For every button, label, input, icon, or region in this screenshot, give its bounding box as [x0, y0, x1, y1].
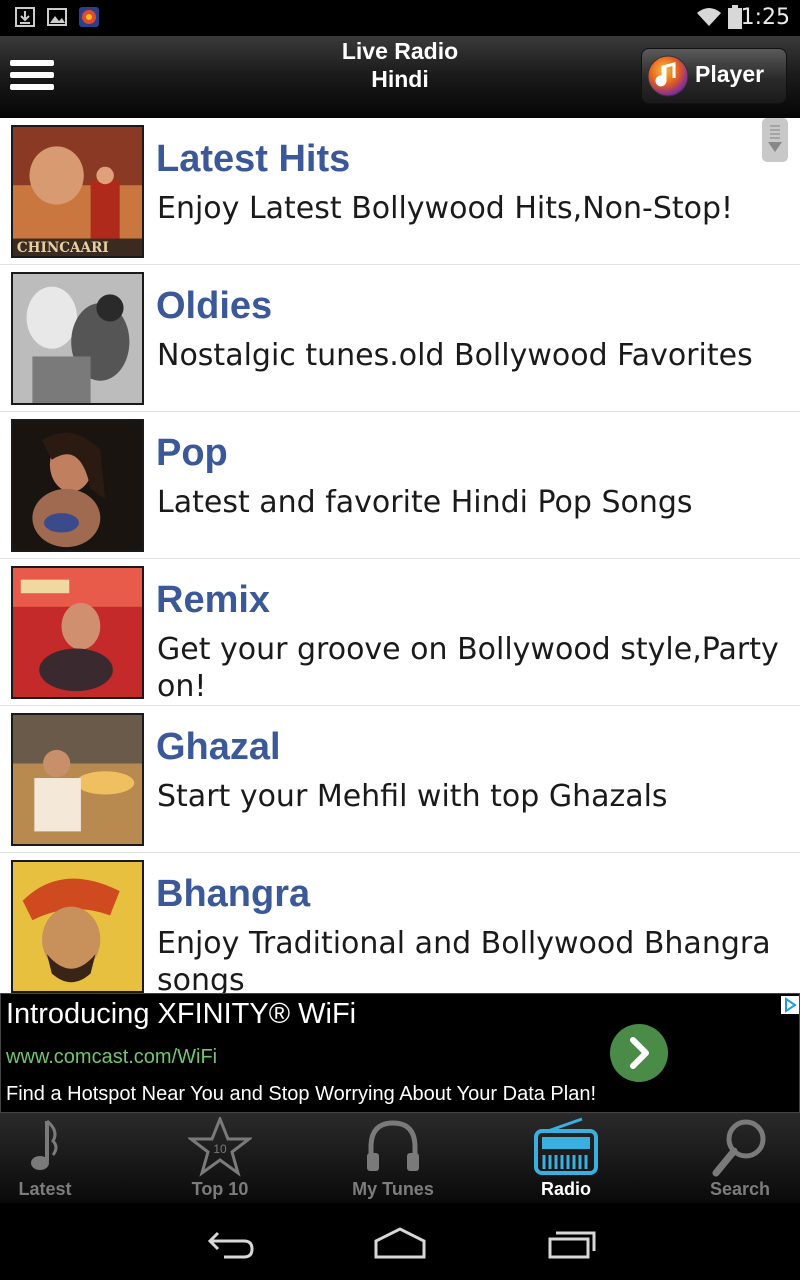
station-title: Oldies: [156, 285, 273, 327]
tab-label: Radio: [540, 1179, 591, 1199]
tab-label: Search: [709, 1179, 771, 1199]
station-title: Bhangra: [156, 873, 311, 915]
ad-description: Find a Hotspot Near You and Stop Worryin…: [6, 1083, 597, 1105]
radio-icon: [534, 1117, 598, 1175]
svg-text:CHINCAARI: CHINCAARI: [17, 240, 109, 256]
station-description: Start your Mehfil with top Ghazals: [157, 779, 668, 814]
station-description: Nostalgic tunes.old Bollywood Favorites: [157, 338, 753, 373]
music-disc-icon: [647, 55, 689, 97]
clock: 1:25: [740, 5, 790, 30]
home-icon[interactable]: [370, 1221, 430, 1261]
station-thumbnail: CHINCAARI: [11, 125, 144, 258]
station-description: Enjoy Latest Bollywood Hits,Non-Stop!: [157, 191, 734, 226]
ad-banner[interactable]: Introducing XFINITY® WiFi www.comcast.co…: [0, 993, 800, 1113]
headphones-icon: [367, 1120, 419, 1171]
station-list[interactable]: CHINCAARI Latest Hits Enjoy Latest Bolly…: [0, 118, 800, 993]
tab-search[interactable]: Search: [660, 1113, 800, 1203]
list-item-oldies[interactable]: Oldies Nostalgic tunes.old Bollywood Fav…: [0, 265, 800, 412]
station-title: Latest Hits: [156, 138, 351, 180]
image-icon: [47, 8, 67, 26]
station-thumbnail: [11, 566, 144, 699]
list-item-ghazal[interactable]: Ghazal Start your Mehfil with top Ghazal…: [0, 706, 800, 853]
title-bar: Live Radio Hindi Player: [0, 36, 800, 118]
status-bar: 1:25: [0, 0, 800, 36]
tab-latest[interactable]: Latest: [0, 1113, 125, 1203]
ad-url: www.comcast.com/WiFi: [6, 1046, 218, 1068]
tab-label: Latest: [18, 1179, 72, 1199]
player-button[interactable]: Player: [641, 48, 787, 104]
search-icon: [712, 1119, 766, 1177]
station-title: Remix: [156, 579, 271, 621]
chevron-right-icon: [630, 1037, 649, 1069]
station-thumbnail: [11, 272, 144, 405]
tab-my-tunes[interactable]: My Tunes: [313, 1113, 473, 1203]
svg-text:10: 10: [213, 1142, 227, 1156]
music-note-icon: [31, 1119, 58, 1170]
station-title: Pop: [156, 432, 228, 474]
app-notification-icon: [79, 7, 99, 27]
list-item-bhangra[interactable]: Bhangra Enjoy Traditional and Bollywood …: [0, 853, 800, 993]
tab-label: My Tunes: [352, 1179, 434, 1199]
star-icon: 10: [188, 1117, 252, 1177]
back-icon[interactable]: [200, 1221, 260, 1261]
wifi-icon: [697, 8, 721, 26]
scroll-handle-icon[interactable]: [762, 118, 788, 162]
station-description: Enjoy Traditional and Bollywood Bhangra …: [157, 926, 771, 993]
ad-go-button[interactable]: [610, 1024, 668, 1082]
station-title: Ghazal: [156, 726, 281, 768]
system-nav-bar: [0, 1203, 800, 1280]
list-item-pop[interactable]: Pop Latest and favorite Hindi Pop Songs: [0, 412, 800, 559]
station-description: Latest and favorite Hindi Pop Songs: [157, 485, 693, 520]
station-thumbnail: [11, 419, 144, 552]
ad-title: Introducing XFINITY® WiFi: [6, 998, 357, 1030]
player-button-label: Player: [695, 61, 765, 87]
ad-choices-icon[interactable]: [781, 996, 799, 1014]
download-icon: [15, 7, 35, 27]
station-thumbnail: [11, 860, 144, 993]
bottom-tab-bar: Latest 10 Top 10 My Tunes Radio Search: [0, 1113, 800, 1203]
tab-top-10[interactable]: 10 Top 10: [140, 1113, 300, 1203]
tab-label: Top 10: [191, 1179, 249, 1199]
list-item-remix[interactable]: Remix Get your groove on Bollywood style…: [0, 559, 800, 706]
list-item-latest-hits[interactable]: CHINCAARI Latest Hits Enjoy Latest Bolly…: [0, 118, 800, 265]
station-description: Get your groove on Bollywood style,Party…: [157, 632, 779, 704]
station-thumbnail: [11, 713, 144, 846]
recent-apps-icon[interactable]: [540, 1221, 600, 1261]
tab-radio[interactable]: Radio: [486, 1113, 646, 1203]
